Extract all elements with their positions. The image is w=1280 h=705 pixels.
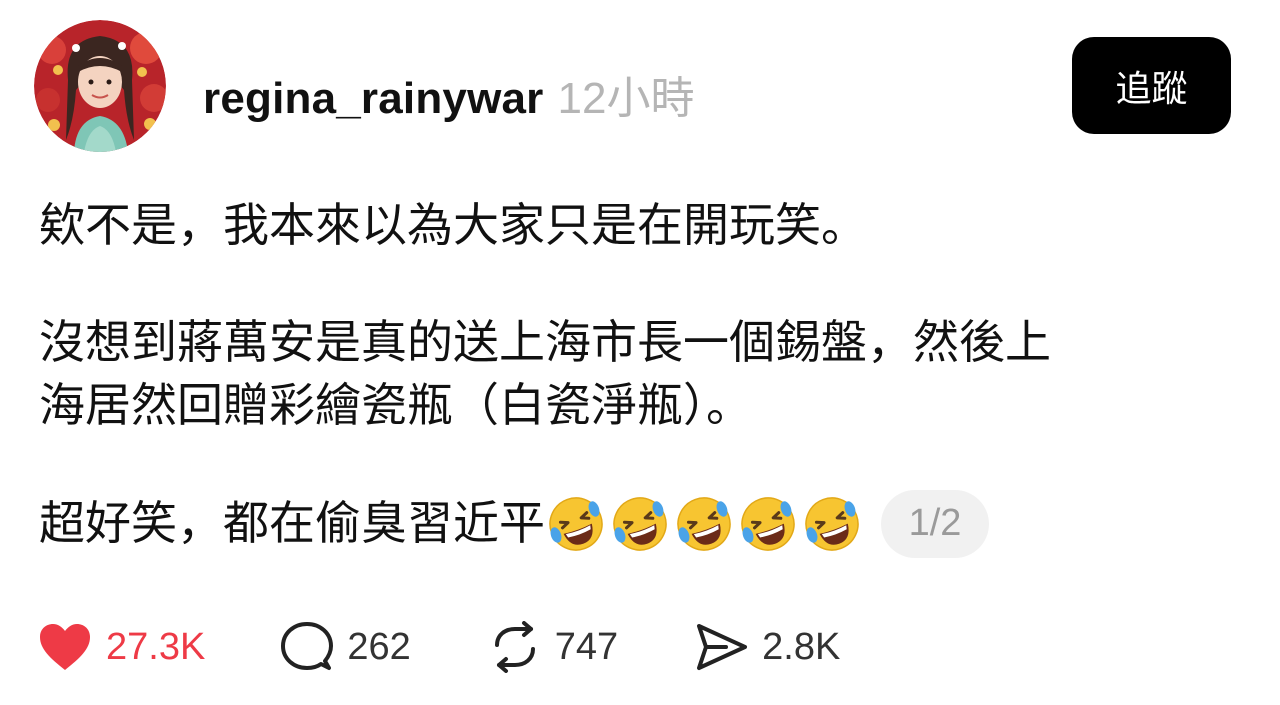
repost-icon bbox=[494, 621, 535, 673]
comment-count: 262 bbox=[347, 625, 411, 668]
post-paragraph-2-line-2: 海居然回贈彩繪瓷瓶（白瓷淨瓶）。 bbox=[39, 378, 752, 432]
follow-button[interactable]: 追蹤 bbox=[1072, 37, 1231, 134]
rofl-emoji-icon bbox=[803, 495, 861, 553]
rofl-emoji-icon bbox=[739, 495, 797, 553]
emoji-row bbox=[547, 495, 867, 553]
post-paragraph-3: 超好笑，都在偷臭習近平 1/2 bbox=[39, 489, 1239, 558]
post-time: 12小時 bbox=[557, 74, 695, 123]
post-paragraph-2-line-1: 沒想到蔣萬安是真的送上海市長一個錫盤，然後上 bbox=[39, 315, 1051, 369]
post-header: regina_rainywar 12小時 bbox=[203, 62, 694, 124]
comment-button[interactable]: 262 bbox=[281, 621, 411, 673]
post-paragraph-1: 欸不是，我本來以為大家只是在開玩笑。 bbox=[39, 198, 867, 252]
rofl-emoji-icon bbox=[675, 495, 733, 553]
page-indicator: 1/2 bbox=[881, 489, 989, 558]
avatar[interactable] bbox=[34, 20, 166, 152]
post-paragraph-3-text: 超好笑，都在偷臭習近平 bbox=[39, 496, 545, 550]
rofl-emoji-icon bbox=[611, 495, 669, 553]
like-count: 27.3K bbox=[106, 625, 206, 668]
repost-button[interactable]: 747 bbox=[489, 621, 618, 673]
comment-icon bbox=[281, 622, 334, 670]
heart-icon bbox=[40, 624, 90, 670]
action-bar: 27.3K 262 747 2.8K bbox=[38, 612, 840, 682]
threads-post: regina_rainywar 12小時 追蹤 欸不是，我本來以為大家只是在開玩… bbox=[0, 0, 1280, 705]
post-paragraph-2: 沒想到蔣萬安是真的送上海市長一個錫盤，然後上 海居然回贈彩繪瓷瓶（白瓷淨瓶）。 bbox=[39, 311, 1239, 437]
share-button[interactable]: 2.8K bbox=[696, 622, 840, 672]
send-icon bbox=[697, 624, 748, 670]
avatar-image bbox=[34, 20, 166, 152]
username[interactable]: regina_rainywar bbox=[203, 74, 544, 124]
share-count: 2.8K bbox=[762, 625, 841, 668]
like-button[interactable]: 27.3K bbox=[38, 622, 205, 672]
post-body: 欸不是，我本來以為大家只是在開玩笑。 沒想到蔣萬安是真的送上海市長一個錫盤，然後… bbox=[39, 194, 1239, 558]
rofl-emoji-icon bbox=[547, 495, 605, 553]
repost-count: 747 bbox=[554, 625, 619, 668]
